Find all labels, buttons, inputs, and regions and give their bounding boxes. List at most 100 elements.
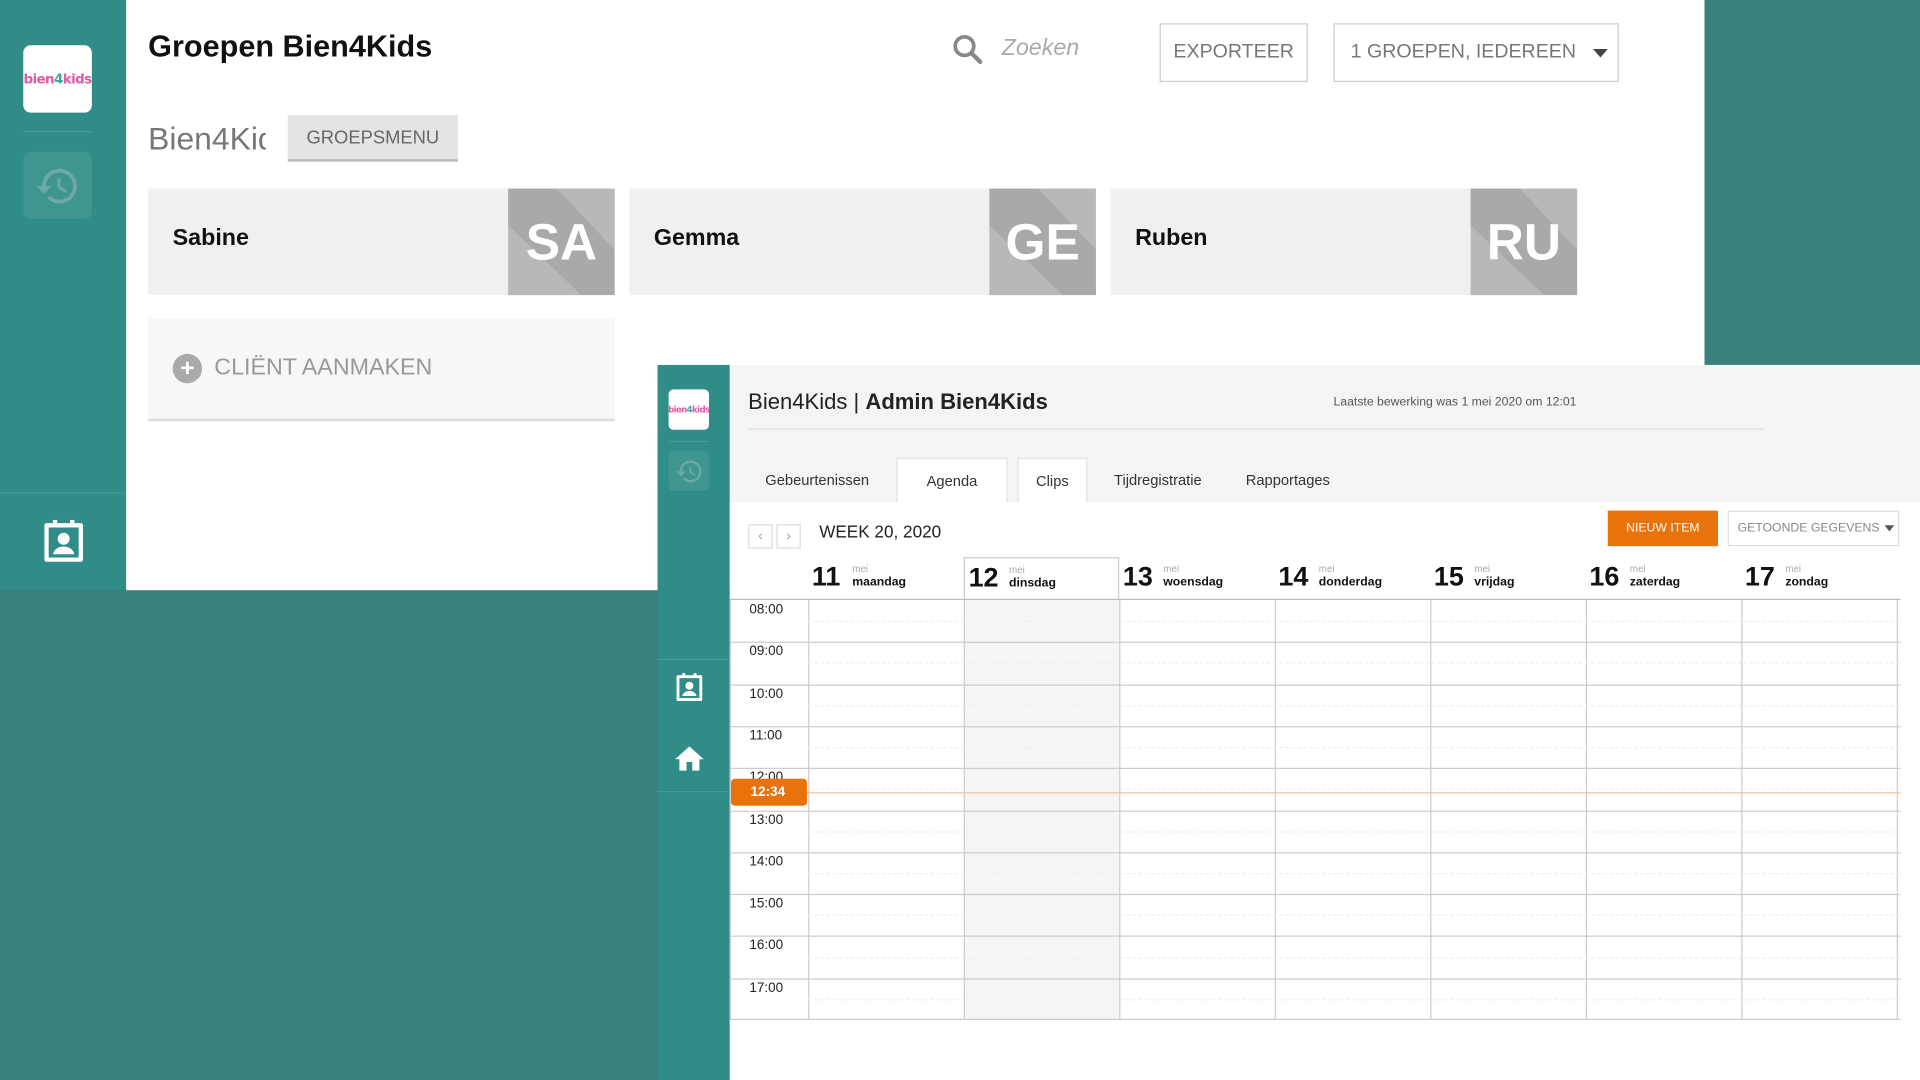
agenda-content: ‹ › WEEK 20, 2020 NIEUW ITEM GETOONDE GE… bbox=[729, 502, 1920, 1080]
contacts-button[interactable] bbox=[672, 671, 706, 705]
new-item-button[interactable]: NIEUW ITEM bbox=[1607, 510, 1718, 547]
day-name: vrijdag bbox=[1474, 575, 1515, 589]
time-label: 17:00 bbox=[749, 980, 784, 996]
export-button[interactable]: EXPORTEER bbox=[1159, 23, 1308, 83]
day-header[interactable]: 13 mei woensdag bbox=[1119, 557, 1275, 599]
group-filter-select[interactable]: 1 GROEPEN, IEDEREEN bbox=[1333, 23, 1619, 83]
day-month: mei bbox=[1629, 563, 1646, 575]
day-header[interactable]: 17 mei zondag bbox=[1741, 557, 1897, 599]
contact-card-icon bbox=[43, 519, 83, 562]
client-avatar: RU bbox=[1470, 188, 1578, 296]
create-client-label: CLIËNT AANMAKEN bbox=[214, 355, 433, 381]
user-name: Admin Bien4Kids bbox=[865, 389, 1048, 414]
half-hour-line bbox=[808, 830, 1901, 833]
search-icon bbox=[953, 34, 983, 64]
history-button[interactable] bbox=[23, 151, 92, 220]
client-card-ruben[interactable]: Ruben RU bbox=[1110, 188, 1578, 296]
create-client-button[interactable]: + CLIËNT AANMAKEN bbox=[148, 318, 615, 422]
half-hour-line bbox=[808, 620, 1901, 623]
chevron-left-icon[interactable]: ‹ bbox=[748, 524, 773, 549]
plus-circle-icon: + bbox=[172, 353, 203, 384]
client-card-gemma[interactable]: Gemma GE bbox=[629, 188, 1096, 296]
shown-data-select[interactable]: GETOONDE GEGEVENS bbox=[1727, 510, 1900, 547]
tab-tijdregistratie[interactable]: Tijdregistratie bbox=[1097, 458, 1219, 502]
day-name: dinsdag bbox=[1008, 576, 1056, 591]
client-avatar: SA bbox=[508, 188, 615, 296]
day-number: 12 bbox=[968, 562, 999, 593]
contact-card-icon bbox=[676, 673, 703, 702]
shown-data-label: GETOONDE GEGEVENS bbox=[1737, 521, 1880, 536]
half-hour-line bbox=[808, 705, 1901, 707]
tab-gebeurtenissen[interactable]: Gebeurtenissen bbox=[748, 458, 886, 502]
time-label: 08:00 bbox=[749, 602, 784, 618]
current-time-badge: 12:34 bbox=[731, 778, 807, 806]
last-edit-text: Laatste bewerking was 1 mei 2020 om 12:0… bbox=[1333, 395, 1577, 409]
half-hour-line bbox=[808, 662, 1901, 665]
day-month: mei bbox=[1163, 563, 1180, 575]
client-name: Sabine bbox=[172, 225, 249, 252]
app-logo[interactable]: bien4kids bbox=[23, 45, 92, 113]
day-header[interactable]: 14 mei donderdag bbox=[1275, 557, 1431, 599]
day-name: donderdag bbox=[1318, 575, 1383, 589]
search-bar[interactable] bbox=[950, 32, 1152, 66]
group-menu-button[interactable]: GROEPSMENU bbox=[287, 115, 458, 162]
time-label: 09:00 bbox=[749, 644, 784, 660]
client-avatar: GE bbox=[989, 188, 1096, 296]
client-initials: RU bbox=[1486, 212, 1562, 271]
tab-rapportages[interactable]: Rapportages bbox=[1229, 458, 1347, 502]
day-header[interactable]: 15 mei vrijdag bbox=[1430, 557, 1586, 599]
half-hour-line bbox=[808, 788, 1901, 791]
hour-line bbox=[729, 725, 1901, 728]
time-label: 13:00 bbox=[749, 812, 784, 828]
hour-line bbox=[729, 642, 1901, 644]
search-input[interactable] bbox=[999, 34, 1152, 64]
calendar-grid[interactable]: 08:0009:0010:0011:0012:0013:0014:0015:00… bbox=[729, 598, 1901, 1021]
group-menu-label: GROEPSMENU bbox=[306, 126, 440, 148]
day-month: mei bbox=[1785, 563, 1802, 575]
client-card-sabine[interactable]: Sabine SA bbox=[148, 188, 615, 296]
contacts-button[interactable] bbox=[0, 492, 127, 591]
client-name: Gemma bbox=[653, 225, 740, 252]
day-name: zondag bbox=[1785, 575, 1829, 589]
day-month: mei bbox=[1008, 564, 1025, 576]
day-number: 14 bbox=[1278, 560, 1309, 592]
home-icon bbox=[675, 746, 704, 771]
day-name: woensdag bbox=[1163, 575, 1224, 589]
day-month: mei bbox=[852, 563, 869, 575]
tab-clips[interactable]: Clips bbox=[1017, 457, 1088, 503]
divider bbox=[657, 791, 730, 793]
hour-line bbox=[729, 767, 1901, 770]
screen: bien4kids Groepen Bien4Kids EXPORTEER 1 … bbox=[0, 0, 1920, 1080]
half-hour-line bbox=[808, 915, 1901, 917]
hour-line bbox=[729, 1018, 1901, 1021]
group-filter-value: 1 GROEPEN, IEDEREEN bbox=[1350, 41, 1576, 63]
divider bbox=[23, 131, 92, 133]
time-label: 16:00 bbox=[749, 938, 784, 954]
logo-icon: bien4kids bbox=[668, 404, 709, 415]
hour-line bbox=[729, 852, 1901, 854]
app-logo[interactable]: bien4kids bbox=[668, 389, 709, 430]
hour-line bbox=[729, 977, 1901, 980]
logo-icon: bien4kids bbox=[23, 71, 92, 87]
chevron-right-icon[interactable]: › bbox=[776, 524, 801, 549]
day-header[interactable]: 11 mei maandag bbox=[808, 557, 964, 599]
history-button[interactable] bbox=[668, 450, 709, 492]
hour-line bbox=[729, 935, 1901, 938]
day-header[interactable]: 12 mei dinsdag bbox=[963, 557, 1120, 599]
day-month: mei bbox=[1474, 563, 1491, 575]
tab-agenda[interactable]: Agenda bbox=[896, 457, 1008, 503]
half-hour-line bbox=[808, 957, 1901, 959]
hour-line bbox=[729, 810, 1901, 812]
client-initials: SA bbox=[525, 212, 598, 271]
day-month: mei bbox=[1318, 563, 1335, 575]
group-name: Bien4Kids bbox=[148, 120, 266, 157]
day-number: 11 bbox=[811, 560, 841, 592]
org-name: Bien4Kids | bbox=[748, 389, 860, 414]
home-button[interactable] bbox=[672, 742, 706, 776]
current-time-line bbox=[806, 791, 1901, 794]
day-number: 16 bbox=[1589, 560, 1620, 592]
day-header[interactable]: 16 mei zaterdag bbox=[1586, 557, 1742, 599]
week-navigation: ‹ › bbox=[748, 524, 801, 549]
breadcrumb: Bien4Kids | Admin Bien4Kids bbox=[748, 389, 1048, 415]
day-number: 13 bbox=[1122, 560, 1153, 592]
